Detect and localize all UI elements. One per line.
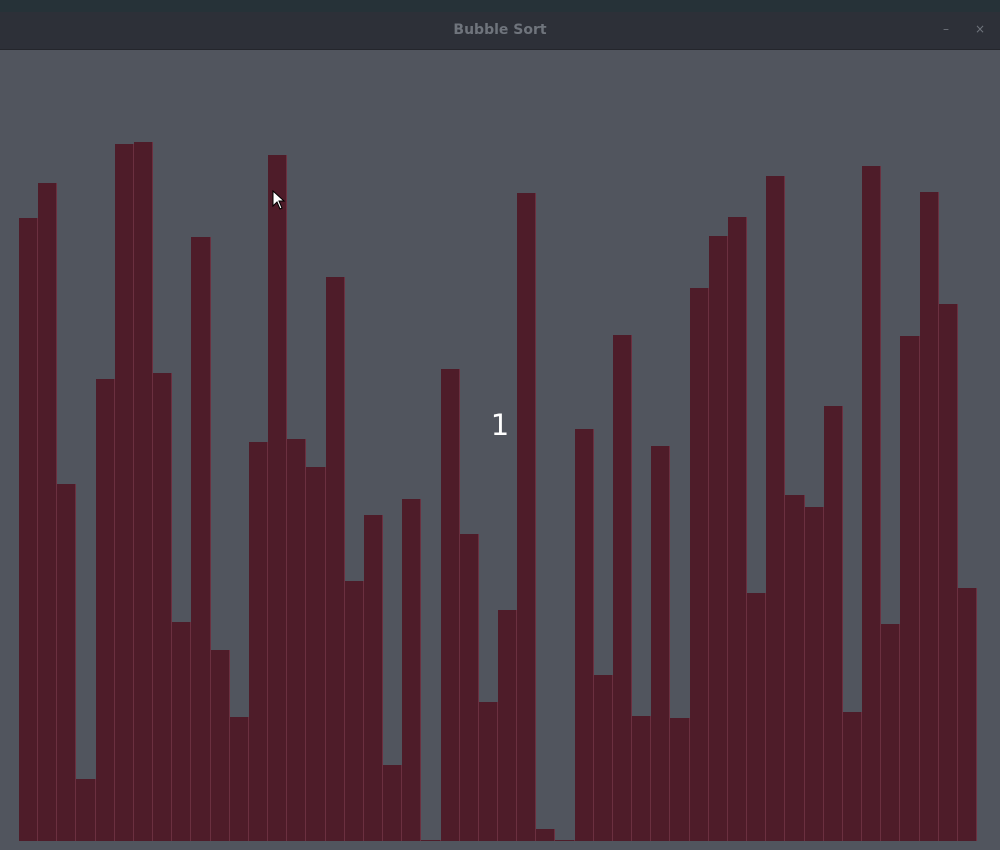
sort-bar (517, 193, 537, 841)
sort-bar (57, 484, 77, 841)
sort-bar (766, 176, 786, 841)
sort-bar (363, 515, 384, 841)
sort-bar (306, 467, 326, 841)
sort-bar (191, 237, 211, 841)
sort-bar (133, 142, 154, 841)
sort-bar (555, 840, 575, 841)
sort-bar (900, 336, 920, 841)
sort-bar (593, 675, 613, 841)
sort-bar (421, 840, 441, 841)
sort-bar (842, 712, 863, 841)
sort-bar (268, 155, 288, 841)
bar-container (0, 50, 1000, 850)
arrow-cursor-icon (272, 190, 286, 210)
minimize-button[interactable]: – (938, 21, 954, 37)
sort-bar (95, 379, 115, 841)
sort-bar (38, 183, 58, 841)
sort-bar (957, 588, 977, 841)
sort-visualization-canvas: 1 (0, 50, 1000, 850)
sort-bar (440, 369, 460, 841)
window-titlebar[interactable]: Bubble Sort – × (0, 12, 1000, 50)
desktop-top-strip (0, 0, 1000, 12)
pass-counter: 1 (490, 408, 510, 442)
sort-bar (747, 593, 767, 841)
window-title: Bubble Sort (453, 22, 547, 38)
sort-bar (612, 335, 633, 841)
sort-bar (823, 406, 843, 841)
close-button[interactable]: × (972, 21, 988, 37)
sort-bar (574, 429, 594, 841)
sort-bar (114, 144, 134, 841)
sort-bar (383, 765, 403, 841)
sort-bar (881, 624, 901, 841)
sort-bar (459, 534, 479, 841)
sort-bar (651, 446, 671, 841)
sort-bar (862, 166, 882, 841)
sort-bar (172, 622, 192, 841)
sort-bar (689, 288, 709, 841)
sort-bar (19, 218, 39, 841)
sort-bar (785, 495, 805, 841)
sort-bar (708, 236, 728, 841)
sort-bar (938, 304, 958, 841)
sort-bar (229, 717, 249, 841)
sort-bar (727, 217, 748, 841)
sort-bar (498, 610, 518, 841)
sort-bar (536, 829, 556, 841)
sort-bar (344, 581, 364, 841)
sort-bar (153, 373, 173, 841)
sort-bar (325, 277, 345, 841)
sort-bar (248, 442, 269, 841)
sort-bar (402, 499, 422, 841)
sort-bar (919, 192, 939, 841)
sort-bar (287, 439, 307, 841)
sort-bar (210, 650, 230, 841)
sort-bar (76, 779, 96, 841)
sort-bar (804, 507, 824, 841)
sort-bar (632, 716, 652, 841)
sort-bar (670, 718, 690, 841)
sort-bar (478, 702, 498, 841)
app-window: Bubble Sort – × 1 (0, 12, 1000, 850)
